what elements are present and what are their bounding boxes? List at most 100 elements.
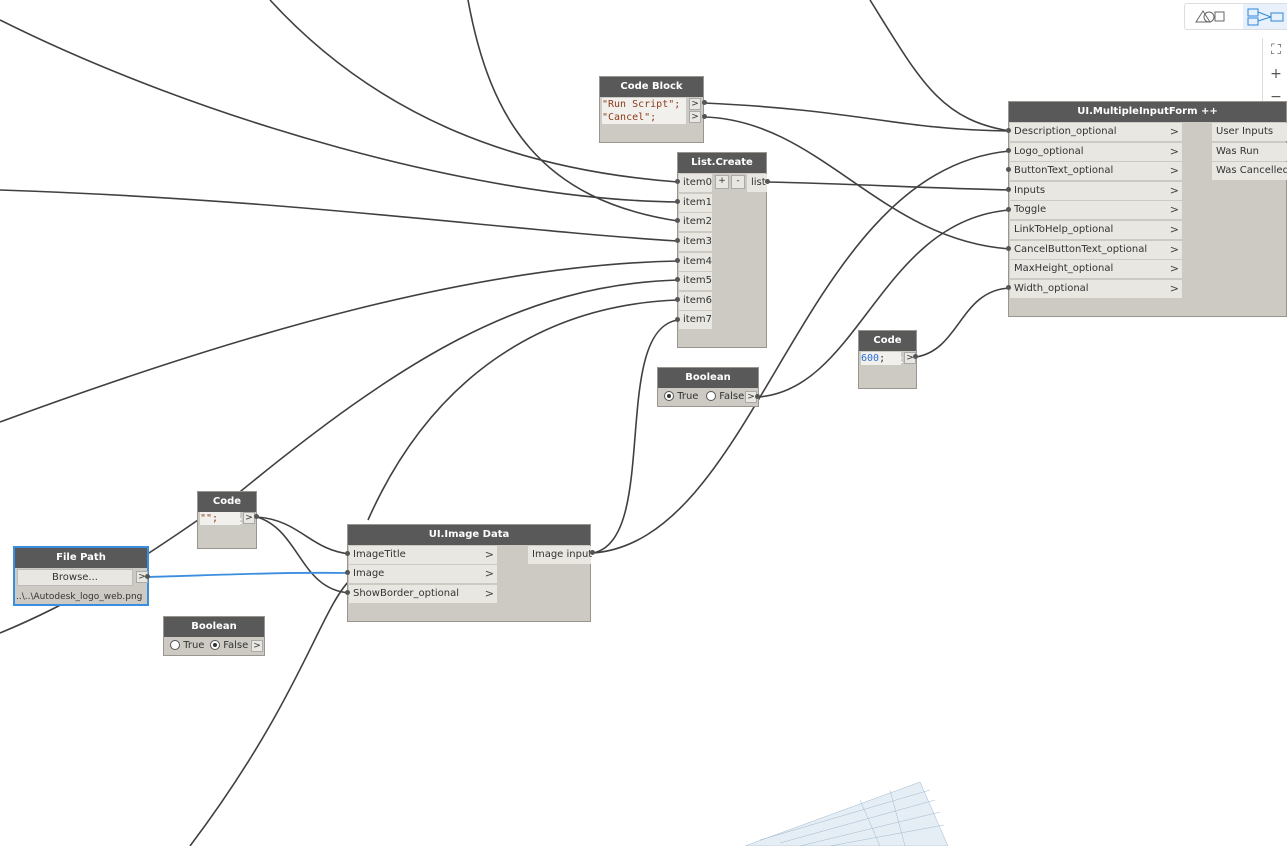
chevron-right-icon: > <box>1169 223 1179 236</box>
image-data-node[interactable]: UI.Image Data ImageTitle > Image > ShowBor… <box>347 524 592 622</box>
code-line[interactable]: "Cancel"; <box>602 111 686 124</box>
port-label: Image <box>353 568 385 579</box>
port-dot <box>675 179 680 184</box>
chevron-right-icon: > <box>1169 243 1179 256</box>
false-label: False <box>719 391 745 402</box>
wire <box>915 287 1011 358</box>
wire <box>229 279 679 501</box>
chevron-right-icon: > <box>1169 262 1179 275</box>
port-dot <box>675 199 680 204</box>
input-port[interactable]: CancelButtonText_optional > <box>1010 241 1182 259</box>
true-label: True <box>677 391 699 402</box>
boolean-node[interactable]: Boolean True False > <box>163 616 265 656</box>
port-dot <box>1006 207 1011 212</box>
radio-selected-icon <box>210 640 220 650</box>
input-port[interactable]: Description_optional > <box>1010 123 1182 141</box>
chevron-right-icon: > <box>1169 145 1179 158</box>
selected-wire <box>147 571 351 578</box>
input-port[interactable]: Width_optional > <box>1010 280 1182 298</box>
false-option[interactable]: False <box>706 391 744 402</box>
input-port[interactable]: ShowBorder_optional > <box>349 585 497 603</box>
true-label: True <box>183 640 205 651</box>
input-port[interactable]: MaxHeight_optional > <box>1010 260 1182 278</box>
output-port[interactable]: Image input <box>528 546 592 564</box>
radio-selected-icon <box>664 391 674 401</box>
input-port-item3[interactable]: item3 <box>679 233 712 251</box>
code-suffix: ; <box>879 353 886 364</box>
true-option[interactable]: True <box>664 391 698 402</box>
wire <box>367 299 679 521</box>
file-path-value: ..\..\Autodesk_logo_web.png <box>16 592 143 602</box>
radio-empty-icon <box>170 640 180 650</box>
node-title: UI.Image Data <box>348 525 590 545</box>
output-port[interactable]: Was Run <box>1212 143 1287 161</box>
remove-input-button[interactable]: - <box>731 175 745 189</box>
output-port[interactable]: > <box>689 98 701 110</box>
geometry-preview <box>744 781 949 846</box>
chevron-right-icon: > <box>484 567 494 580</box>
input-port-item4[interactable]: item4 <box>679 253 712 271</box>
input-port[interactable]: ButtonText_optional > <box>1010 162 1182 180</box>
port-dot <box>675 317 680 322</box>
input-port-item7[interactable]: item7 <box>679 311 712 329</box>
port-dot <box>675 258 680 263</box>
output-port[interactable]: > <box>251 640 263 652</box>
wire <box>0 189 679 242</box>
multiple-input-form-node[interactable]: UI.MultipleInputForm ++ Description_opti… <box>1008 101 1287 317</box>
input-port[interactable]: Image > <box>349 565 497 583</box>
port-label: Width_optional <box>1014 283 1089 294</box>
zoom-in-icon[interactable]: + <box>1268 66 1284 82</box>
input-port-item6[interactable]: item6 <box>679 292 712 310</box>
list-create-node[interactable]: List.Create item0 item1 item2 item3 item… <box>677 152 767 348</box>
input-port[interactable]: LinkToHelp_optional > <box>1010 221 1182 239</box>
input-port[interactable]: ImageTitle > <box>349 546 497 564</box>
output-port[interactable]: > <box>689 111 701 123</box>
port-dot <box>145 574 150 579</box>
code-line[interactable]: 600; <box>861 352 901 365</box>
false-label: False <box>223 640 249 651</box>
code-line[interactable]: ""; <box>200 512 240 525</box>
input-port-item1[interactable]: item1 <box>679 194 712 212</box>
boolean-node[interactable]: Boolean True False > <box>657 367 759 407</box>
output-port-list[interactable]: list <box>747 174 767 192</box>
chevron-right-icon: > <box>1169 125 1179 138</box>
graph-view-icon[interactable] <box>1243 4 1287 29</box>
node-title: UI.MultipleInputForm ++ <box>1009 102 1286 122</box>
chevron-right-icon: > <box>1169 282 1179 295</box>
wire <box>869 0 1011 132</box>
input-port-item0[interactable]: item0 <box>679 174 712 192</box>
chevron-right-icon: > <box>484 548 494 561</box>
port-dot <box>755 394 760 399</box>
port-dot <box>1006 246 1011 251</box>
code-block-node[interactable]: Code Block "Run Script"; "Cancel"; > > <box>599 76 704 143</box>
true-option[interactable]: True <box>170 640 204 651</box>
port-label: Logo_optional <box>1014 146 1084 157</box>
port-label: ImageTitle <box>353 549 406 560</box>
input-port-item2[interactable]: item2 <box>679 213 712 231</box>
code-block-node[interactable]: Code Block 600; > <box>858 330 917 389</box>
output-port[interactable]: > <box>243 512 255 524</box>
port-dot <box>1006 187 1011 192</box>
node-title: Code Block <box>198 492 256 527</box>
input-port[interactable]: Inputs > <box>1010 182 1182 200</box>
chevron-right-icon: > <box>1169 164 1179 177</box>
port-dot <box>345 590 350 595</box>
code-line[interactable]: "Run Script"; <box>602 98 686 111</box>
input-port[interactable]: Toggle > <box>1010 201 1182 219</box>
browse-button[interactable]: Browse... <box>17 569 133 586</box>
chevron-right-icon: > <box>1169 203 1179 216</box>
input-port[interactable]: Logo_optional > <box>1010 143 1182 161</box>
code-block-node[interactable]: Code Block ""; > <box>197 491 257 549</box>
geometry-view-icon[interactable] <box>1193 7 1229 25</box>
chevron-right-icon: > <box>1169 184 1179 197</box>
file-path-node[interactable]: File Path Browse... > ..\..\Autodesk_log… <box>13 546 149 606</box>
output-port[interactable]: Was Cancelled <box>1212 162 1287 180</box>
output-port[interactable]: User Inputs <box>1212 123 1287 141</box>
false-option[interactable]: False <box>210 640 248 651</box>
port-dot <box>913 354 918 359</box>
input-port-item5[interactable]: item5 <box>679 272 712 290</box>
add-input-button[interactable]: + <box>715 175 729 189</box>
node-title: Code Block <box>859 331 916 366</box>
zoom-fit-icon[interactable]: ⛶ <box>1268 42 1284 58</box>
wire <box>592 150 1011 554</box>
